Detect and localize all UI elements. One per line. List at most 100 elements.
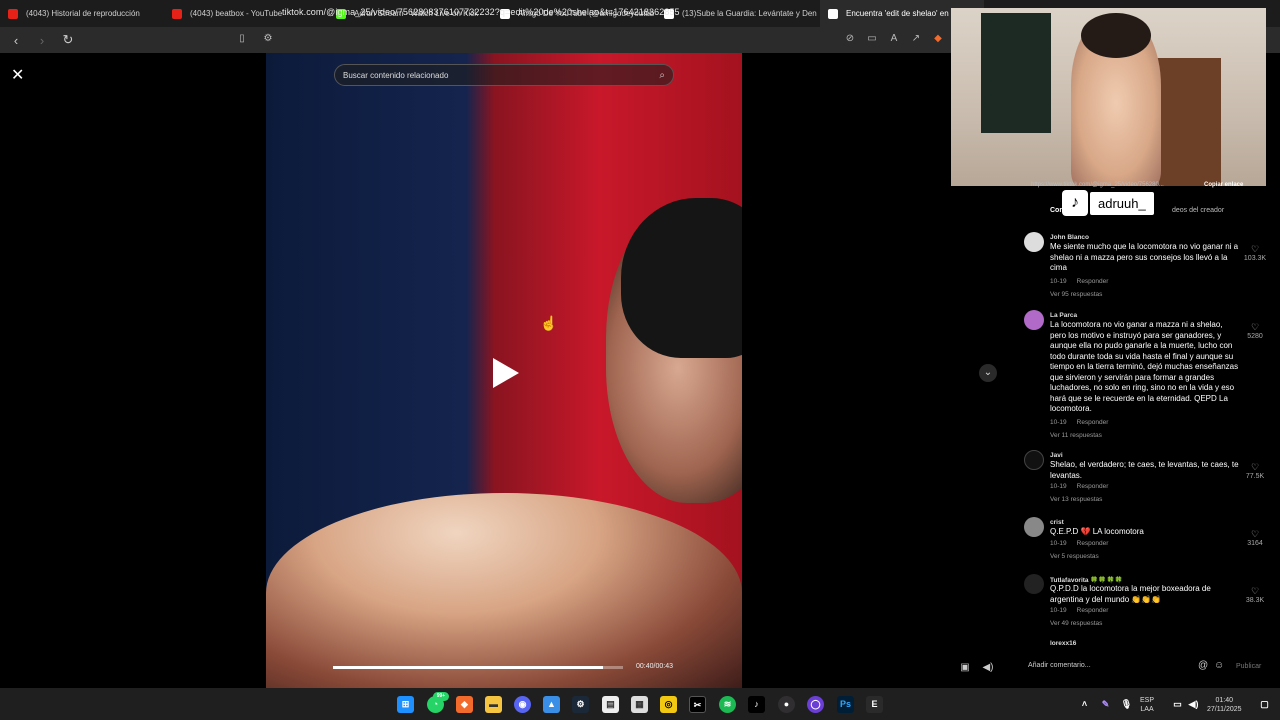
tray-expand-icon[interactable]: ˄ <box>1076 696 1093 713</box>
emoji-icon[interactable]: ☺ <box>1214 660 1224 671</box>
tab-creator-videos[interactable]: deos del creador <box>1172 207 1224 214</box>
streamer-webcam <box>951 8 1266 186</box>
reply-button[interactable]: Responder <box>1077 278 1109 285</box>
avatar[interactable] <box>1024 574 1044 594</box>
related-search-input[interactable]: Buscar contenido relacionado ⌕ <box>334 64 674 86</box>
avatar[interactable] <box>1024 232 1044 252</box>
search-icon[interactable]: ⌕ <box>659 70 665 81</box>
app-yellow-icon[interactable]: ◎ <box>660 696 677 713</box>
comment-author[interactable]: La Parca <box>1050 312 1077 319</box>
like-button[interactable]: ♡ 3164 <box>1240 529 1270 547</box>
photos-icon[interactable]: ▲ <box>543 696 560 713</box>
mention-icon[interactable]: @ <box>1198 660 1208 671</box>
chevron-down-icon[interactable]: ⌄ <box>979 364 997 382</box>
pip-icon[interactable]: ▣ <box>958 662 972 676</box>
view-replies-button[interactable]: Ver 95 respuestas <box>1050 291 1102 298</box>
bookmark-icon[interactable]: ▯ <box>235 32 249 46</box>
like-button[interactable]: ♡ 103.3K <box>1240 244 1270 262</box>
avatar[interactable] <box>1024 517 1044 537</box>
streamer-handle-badge: ♪ adruuh_ <box>1062 190 1154 216</box>
comment-meta: 10-19 Responder <box>1050 278 1109 285</box>
comment-text: La locomotora no vio ganar a mazza ni a … <box>1050 320 1239 413</box>
youtube-icon <box>172 8 182 19</box>
forward-icon[interactable]: › <box>32 30 52 50</box>
document-icon[interactable]: ▤ <box>602 696 619 713</box>
epic-games-icon[interactable]: E <box>866 696 883 713</box>
brave-shield-icon[interactable]: ◆ <box>931 32 945 46</box>
like-button[interactable]: ♡ 77.5K <box>1240 462 1270 480</box>
network-icon[interactable]: ▭ <box>1169 696 1186 713</box>
comment-input[interactable]: Añadir comentario... <box>1028 662 1091 669</box>
reply-button[interactable]: Responder <box>1077 540 1109 547</box>
comment-bar: Añadir comentario... @ ☺ Publicar <box>1022 656 1272 678</box>
comment-text: Q.P.D.D la locomotora la mejor boxeadora… <box>1050 584 1211 604</box>
brave-icon[interactable]: ◆ <box>456 696 473 713</box>
tiktok-logo-icon: ♪ <box>1062 190 1088 216</box>
view-replies-button[interactable]: Ver 13 respuestas <box>1050 496 1102 503</box>
close-icon[interactable]: ✕ <box>11 65 24 85</box>
notes-icon[interactable]: ▦ <box>631 696 648 713</box>
heart-icon: ♡ <box>1250 322 1260 332</box>
url-text[interactable]: tiktok.com/@igma_25/video/75628083761077… <box>282 7 680 17</box>
comment-author[interactable]: Javi <box>1050 452 1063 459</box>
streamer-handle: adruuh_ <box>1090 191 1154 215</box>
reply-button[interactable]: Responder <box>1077 419 1109 426</box>
comment-author[interactable]: John Blanco <box>1050 234 1089 241</box>
purple-app-icon[interactable]: ◯ <box>807 696 824 713</box>
comment-meta: 10-19 Responder <box>1050 419 1109 426</box>
avatar[interactable] <box>1024 310 1044 330</box>
share-icon[interactable]: ↗ <box>909 32 923 46</box>
clock[interactable]: 01:40 27/11/2025 <box>1207 696 1242 714</box>
like-button[interactable]: ♡ 38.3K <box>1240 586 1270 604</box>
cast-icon[interactable]: ▭ <box>865 32 879 46</box>
discord-icon[interactable]: ◉ <box>514 696 531 713</box>
steam-icon[interactable]: ⚙ <box>572 696 589 713</box>
comment-author[interactable]: lorexx16 <box>1050 640 1076 646</box>
volume-icon[interactable]: ◀) <box>981 662 995 676</box>
obs-icon[interactable]: ● <box>778 696 795 713</box>
site-settings-icon[interactable]: ⚙ <box>261 32 275 46</box>
language-indicator[interactable]: ESP LAA <box>1140 696 1154 714</box>
tab-youtube-history[interactable]: (4043) Historial de reproducción <box>0 0 164 27</box>
reply-button[interactable]: Responder <box>1077 607 1109 614</box>
tiktok-icon[interactable]: ♪ <box>748 696 765 713</box>
avatar[interactable] <box>1024 450 1044 470</box>
comment-author[interactable]: Tutlafavorita 🍀🍀🍀🍀 <box>1050 576 1123 584</box>
capcut-icon[interactable]: ✂ <box>689 696 706 713</box>
comment-text: Shelao, el verdadero; te caes, te levant… <box>1050 460 1239 480</box>
windows-taskbar: ⊞ ◔ 99+ ◆ ▬ ◉ ▲ ⚙ ▤ ▦ ◎ ✂ ≋ ♪ ● ◯ Ps E ˄… <box>0 688 1280 720</box>
copy-link-button[interactable]: Copiar enlace <box>1204 182 1243 188</box>
video-progress-bar[interactable] <box>333 666 623 669</box>
translate-icon[interactable]: A <box>887 32 901 46</box>
windows-start-icon[interactable]: ⊞ <box>397 696 414 713</box>
no-tracking-icon[interactable]: ⊘ <box>843 32 857 46</box>
like-button[interactable]: ♡ 5280 <box>1240 322 1270 340</box>
mic-icon[interactable]: 🎙 <box>1118 696 1135 713</box>
comment-meta: 10-19 Responder <box>1050 483 1109 490</box>
speaker-icon[interactable]: ◀) <box>1185 696 1202 713</box>
comment-text: Me siente mucho que la locomotora no vio… <box>1050 242 1239 272</box>
spotify-icon[interactable]: ≋ <box>719 696 736 713</box>
video-link-text: https://www.tiktok.com/@igma_25/video/75… <box>1031 182 1164 188</box>
comment-meta: 10-19 Responder <box>1050 607 1109 614</box>
file-explorer-icon[interactable]: ▬ <box>485 696 502 713</box>
tiktok-icon <box>828 8 838 19</box>
back-icon[interactable]: ‹ <box>6 30 26 50</box>
whatsapp-badge: 99+ <box>433 692 449 701</box>
view-replies-button[interactable]: Ver 11 respuestas <box>1050 432 1102 439</box>
pen-icon[interactable]: ✎ <box>1097 696 1114 713</box>
play-icon[interactable] <box>493 358 519 388</box>
reply-button[interactable]: Responder <box>1077 483 1109 490</box>
publish-button[interactable]: Publicar <box>1236 663 1261 670</box>
heart-icon: ♡ <box>1250 462 1260 472</box>
view-replies-button[interactable]: Ver 5 respuestas <box>1050 553 1099 560</box>
comment-author[interactable]: crist <box>1050 519 1064 526</box>
notification-icon[interactable]: ▢ <box>1256 696 1273 713</box>
view-replies-button[interactable]: Ver 49 respuestas <box>1050 620 1102 627</box>
video-frame-hair <box>621 198 742 358</box>
webcam-streamer-hair <box>1081 13 1151 58</box>
reload-icon[interactable]: ↻ <box>58 30 78 50</box>
heart-icon: ♡ <box>1250 529 1260 539</box>
tab-tiktok-guardia[interactable]: (13)Sube la Guardia: Levántate y Den <box>656 0 820 27</box>
photoshop-icon[interactable]: Ps <box>837 696 854 713</box>
